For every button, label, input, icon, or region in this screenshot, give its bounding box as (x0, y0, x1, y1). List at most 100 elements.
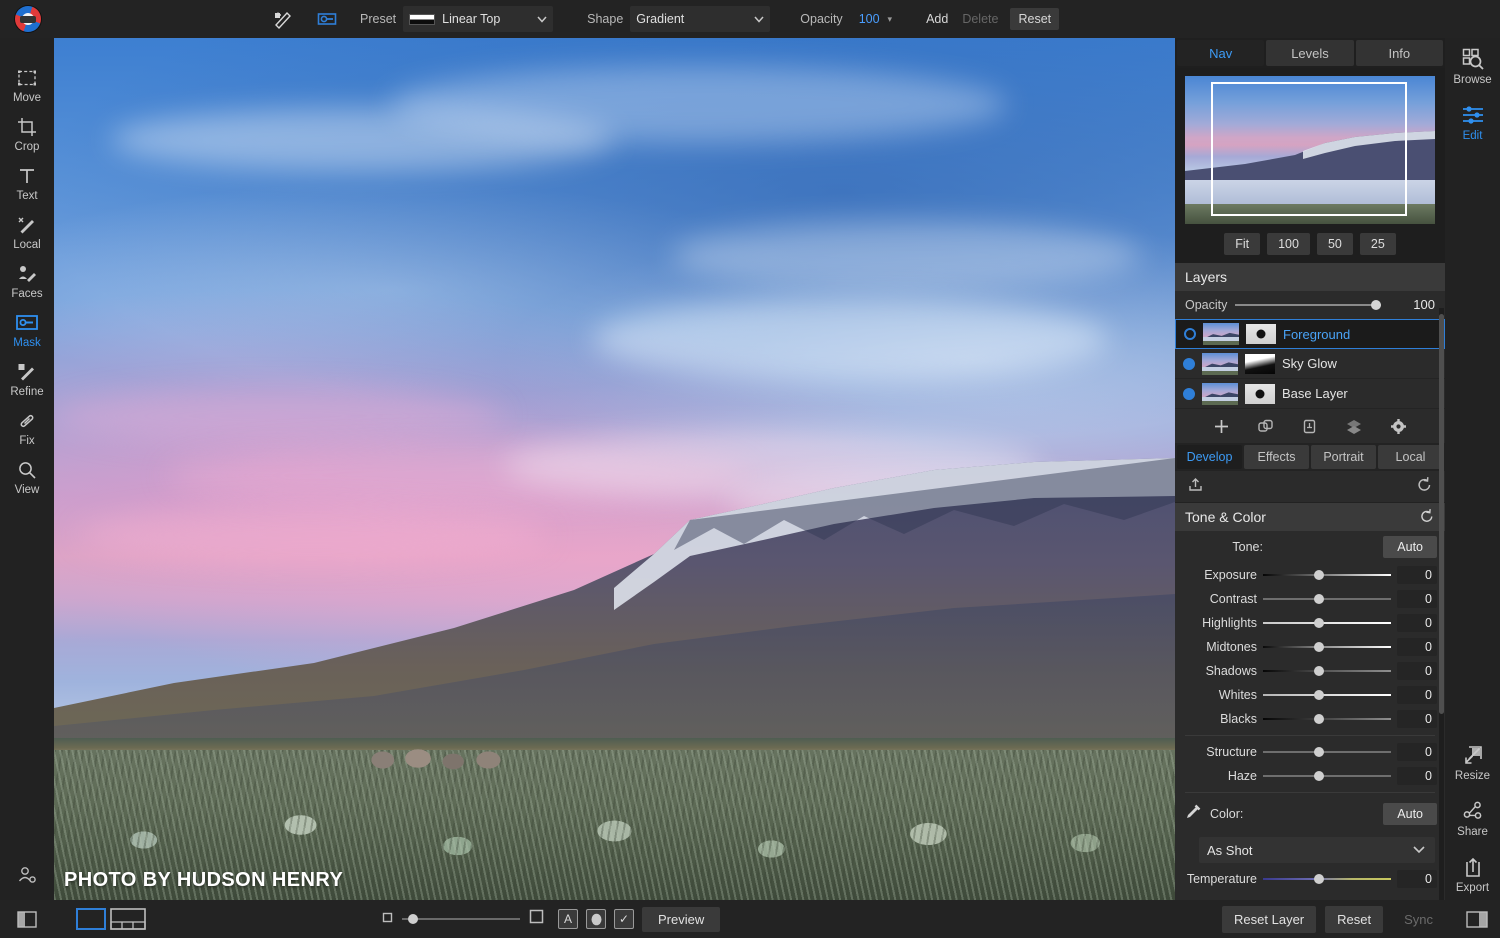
sidebar-item-faces[interactable]: Faces (0, 256, 54, 305)
thumbnail-size-knob[interactable] (408, 914, 418, 924)
sidebar-item-local[interactable]: Local (0, 207, 54, 256)
slider-value[interactable]: 0 (1397, 614, 1437, 632)
visibility-toggle-icon[interactable] (1183, 358, 1195, 370)
sidebar-item-text[interactable]: Text (0, 158, 54, 207)
zoom-50-button[interactable]: 50 (1317, 233, 1353, 255)
slider-track[interactable] (1263, 574, 1391, 576)
slider-knob[interactable] (1314, 714, 1324, 724)
layer-mask-thumbnail[interactable] (1245, 384, 1275, 404)
tab-info[interactable]: Info (1356, 40, 1443, 66)
sidebar-item-fix[interactable]: Fix (0, 403, 54, 452)
layer-opacity-value[interactable]: 100 (1389, 297, 1435, 312)
layer-mask-thumbnail[interactable] (1245, 354, 1275, 374)
slider-track[interactable] (1263, 670, 1391, 672)
layer-row-foreground[interactable]: Foreground (1175, 319, 1445, 349)
visibility-toggle-icon[interactable] (1184, 328, 1196, 340)
slider-value[interactable]: 0 (1397, 710, 1437, 728)
reset-button[interactable]: Reset (1010, 8, 1059, 30)
slider-knob[interactable] (1314, 618, 1324, 628)
merge-layers-icon[interactable] (1345, 418, 1363, 435)
reset-module-icon[interactable] (1416, 476, 1433, 498)
tab-develop[interactable]: Develop (1177, 445, 1242, 469)
tone-auto-button[interactable]: Auto (1383, 536, 1437, 558)
opacity-value[interactable]: 100 (859, 12, 880, 26)
white-balance-dropdown[interactable]: As Shot (1199, 837, 1435, 863)
thumb-large-icon[interactable] (529, 909, 544, 929)
layer-mask-thumbnail[interactable] (1246, 324, 1276, 344)
copy-layer-icon[interactable] (1301, 418, 1318, 435)
slider-knob[interactable] (1314, 570, 1324, 580)
show-panel-icon[interactable] (0, 900, 54, 938)
module-edit[interactable]: Edit (1445, 94, 1500, 150)
navigator-preview[interactable] (1185, 76, 1435, 224)
color-auto-button[interactable]: Auto (1383, 803, 1437, 825)
save-preset-icon[interactable] (1187, 476, 1204, 498)
slider-track[interactable] (1263, 622, 1391, 624)
thumb-small-icon[interactable] (382, 910, 393, 928)
duplicate-layer-icon[interactable] (1257, 418, 1274, 435)
slider-knob[interactable] (1314, 690, 1324, 700)
account-icon[interactable] (0, 854, 54, 896)
slider-value[interactable]: 0 (1397, 590, 1437, 608)
slider-knob[interactable] (1314, 594, 1324, 604)
opacity-caret-icon[interactable]: ▾ (888, 14, 893, 25)
reset-layer-button[interactable]: Reset Layer (1222, 906, 1316, 933)
slider-value[interactable]: 0 (1397, 767, 1437, 785)
text-overlay-toggle[interactable]: A (558, 909, 578, 929)
app-logo[interactable] (0, 0, 56, 38)
toggle-right-panel-icon[interactable] (1466, 911, 1488, 928)
slider-value[interactable]: 0 (1397, 566, 1437, 584)
tab-local[interactable]: Local (1378, 445, 1443, 469)
single-view-icon[interactable] (76, 906, 106, 932)
slider-track[interactable] (1263, 751, 1391, 753)
slider-track[interactable] (1263, 775, 1391, 777)
zoom-100-button[interactable]: 100 (1267, 233, 1310, 255)
slider-value[interactable]: 0 (1397, 662, 1437, 680)
layer-row-sky-glow[interactable]: Sky Glow (1175, 349, 1445, 379)
slider-value[interactable]: 0 (1397, 870, 1437, 888)
thumbnail-size-track[interactable] (402, 918, 520, 920)
reset-section-icon[interactable] (1419, 508, 1435, 527)
layer-row-base-layer[interactable]: Base Layer (1175, 379, 1445, 409)
add-button[interactable]: Add (926, 12, 948, 26)
checkmark-toggle[interactable]: ✓ (614, 909, 634, 929)
slider-value[interactable]: 0 (1397, 686, 1437, 704)
eyedropper-icon[interactable] (1185, 803, 1202, 825)
zoom-fit-button[interactable]: Fit (1224, 233, 1260, 255)
layer-opacity-slider[interactable] (1235, 304, 1381, 306)
slider-track[interactable] (1263, 694, 1391, 696)
tab-levels[interactable]: Levels (1266, 40, 1353, 66)
sidebar-item-refine[interactable]: Refine (0, 354, 54, 403)
slider-track[interactable] (1263, 718, 1391, 720)
slider-track[interactable] (1263, 878, 1391, 880)
refine-brush-icon[interactable] (272, 8, 294, 30)
slider-knob[interactable] (1314, 771, 1324, 781)
layer-settings-icon[interactable] (1390, 418, 1407, 435)
masking-bug-icon[interactable] (316, 8, 338, 30)
slider-knob[interactable] (1314, 642, 1324, 652)
slider-value[interactable]: 0 (1397, 638, 1437, 656)
image-canvas[interactable]: PHOTO BY HUDSON HENRY (54, 38, 1175, 900)
zoom-25-button[interactable]: 25 (1360, 233, 1396, 255)
module-share[interactable]: Share (1445, 790, 1500, 846)
module-browse[interactable]: Browse (1445, 38, 1500, 94)
slider-knob[interactable] (1314, 874, 1324, 884)
layer-opacity-knob[interactable] (1371, 300, 1381, 310)
shape-dropdown[interactable]: Gradient (630, 6, 770, 32)
tab-portrait[interactable]: Portrait (1311, 445, 1376, 469)
module-export[interactable]: Export (1445, 846, 1500, 902)
add-layer-icon[interactable] (1213, 418, 1230, 435)
tab-effects[interactable]: Effects (1244, 445, 1309, 469)
tone-color-header[interactable]: Tone & Color (1175, 503, 1445, 531)
slider-track[interactable] (1263, 598, 1391, 600)
reset-button[interactable]: Reset (1325, 906, 1383, 933)
slider-value[interactable]: 0 (1397, 743, 1437, 761)
tab-nav[interactable]: Nav (1177, 40, 1264, 66)
module-resize[interactable]: Resize (1445, 734, 1500, 790)
sidebar-item-crop[interactable]: Crop (0, 109, 54, 158)
preview-button[interactable]: Preview (642, 907, 720, 932)
sidebar-item-mask[interactable]: Mask (0, 305, 54, 354)
sidebar-item-view[interactable]: View (0, 452, 54, 501)
slider-knob[interactable] (1314, 747, 1324, 757)
sidebar-item-move[interactable]: Move (0, 60, 54, 109)
